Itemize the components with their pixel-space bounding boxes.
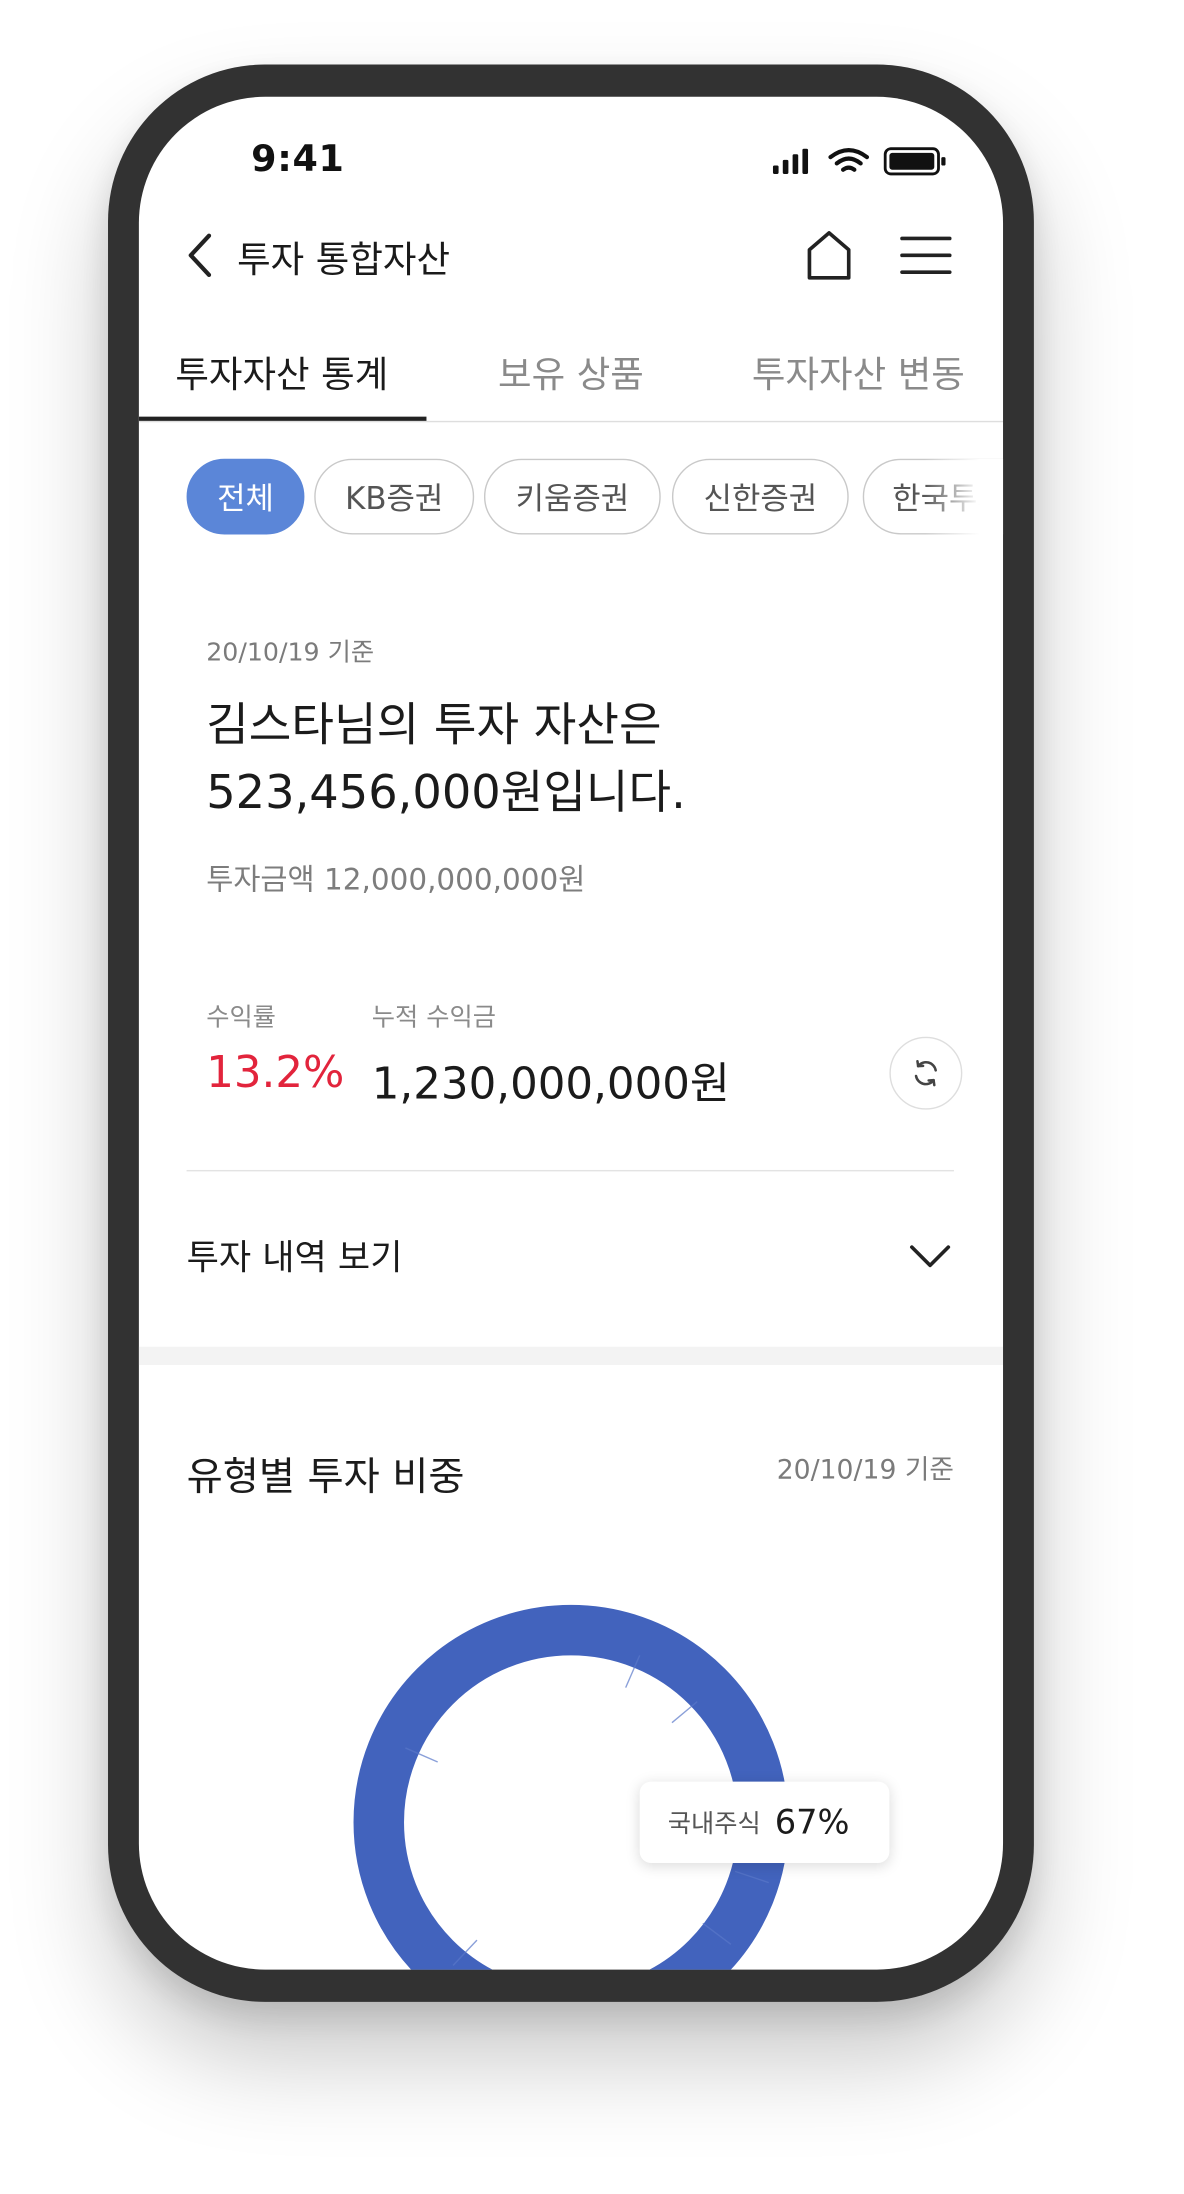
menu-icon[interactable] xyxy=(898,233,954,278)
chip-shinhan[interactable]: 신한증권 xyxy=(671,458,849,535)
tab-active-indicator xyxy=(138,416,427,421)
refresh-icon xyxy=(914,1059,937,1087)
summary-date: 20/10/19 기준 xyxy=(206,638,375,668)
home-icon[interactable] xyxy=(804,227,855,283)
return-rate-label: 수익률 xyxy=(206,1003,276,1033)
tab-bar: 투자자산 통계 보유 상품 투자자산 변동 xyxy=(138,335,1004,423)
section-separator xyxy=(138,1346,1004,1365)
broker-filter-chips: 전체 KB증권 키움증권 신한증권 한국투자 xyxy=(139,458,1004,541)
tab-asset-changes[interactable]: 투자자산 변동 xyxy=(752,347,965,399)
return-rate-value: 13.2% xyxy=(206,1047,345,1099)
divider xyxy=(186,1169,954,1172)
asset-headline: 김스타님의 투자 자산은 523,456,000원입니다. xyxy=(206,692,686,827)
cumulative-profit-label: 누적 수익금 xyxy=(371,1003,496,1033)
chip-scroll-fade xyxy=(924,458,1004,541)
chevron-down-icon xyxy=(910,1245,951,1268)
tooltip-category: 국내주식 xyxy=(667,1809,761,1840)
cumulative-profit-value: 1,230,000,000원 xyxy=(371,1059,730,1110)
refresh-button[interactable] xyxy=(889,1036,963,1110)
tab-investment-stats[interactable]: 투자자산 통계 xyxy=(175,347,388,399)
asset-headline-line1: 김스타님의 투자 자산은 xyxy=(206,697,662,752)
view-history-row[interactable]: 투자 내역 보기 xyxy=(187,1213,954,1300)
back-chevron-icon[interactable] xyxy=(181,227,223,283)
status-time: 9:41 xyxy=(251,138,345,181)
invest-amount: 투자금액 12,000,000,000원 xyxy=(206,862,586,897)
asset-headline-line2: 523,456,000원입니다. xyxy=(206,764,686,820)
chip-kb[interactable]: KB증권 xyxy=(314,458,475,535)
page-title: 투자 통합자산 xyxy=(237,239,451,282)
donut-tooltip: 국내주식 67% xyxy=(639,1781,890,1863)
chip-all[interactable]: 전체 xyxy=(186,458,305,535)
chip-kiwoom[interactable]: 키움증권 xyxy=(483,458,661,535)
wifi-icon xyxy=(828,148,870,172)
app-screen: 9:41 투자 통합자산 투자자산 통계 보유 상품 투자자산 변동 전체 KB… xyxy=(138,96,1004,1970)
allocation-title: 유형별 투자 비중 xyxy=(186,1453,465,1500)
tab-holdings[interactable]: 보유 상품 xyxy=(498,347,644,399)
view-history-label: 투자 내역 보기 xyxy=(186,1237,403,1278)
status-icons xyxy=(772,147,946,176)
signal-icon xyxy=(772,148,809,174)
battery-icon xyxy=(883,147,946,176)
allocation-date: 20/10/19 기준 xyxy=(776,1454,954,1486)
tooltip-value: 67% xyxy=(774,1802,850,1842)
